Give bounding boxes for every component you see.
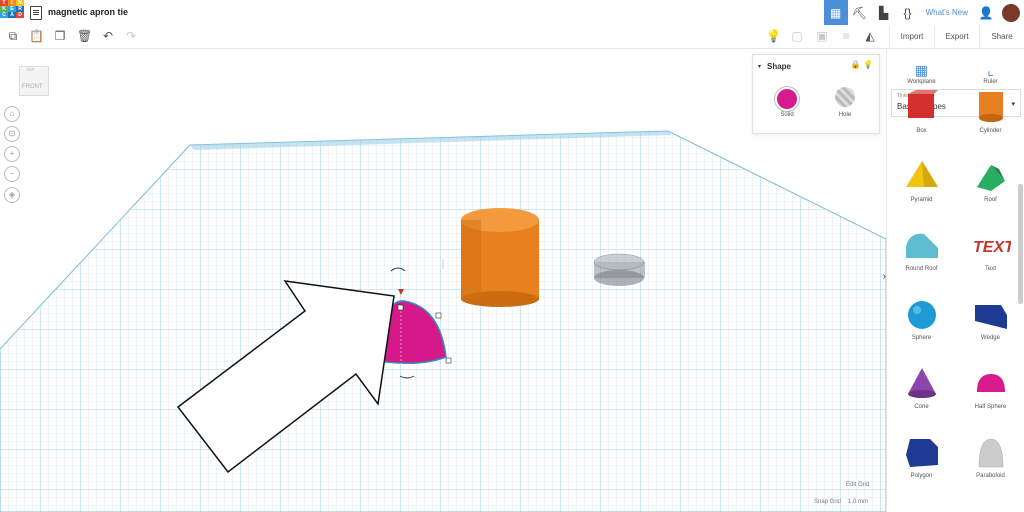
align-icon[interactable]: ≡ [839, 29, 853, 43]
snap-grid-select[interactable]: 1.0 mm [848, 499, 868, 505]
paste-icon[interactable]: 📋 [29, 29, 44, 43]
undo-icon[interactable]: ↶ [101, 29, 115, 43]
ortho-view-icon[interactable]: ◈ [4, 187, 20, 203]
tinkercad-logo[interactable]: TINKERCAD [0, 0, 24, 24]
shape-item[interactable]: Round Roof [887, 215, 956, 284]
shape-label: Round Roof [905, 265, 938, 272]
shape-item[interactable]: TEXT Text [956, 215, 1024, 284]
sidebar-scrollbar[interactable] [1018, 184, 1023, 304]
import-export-tabs: Import Export Share [889, 25, 1024, 48]
shape-item[interactable]: Roof [956, 146, 1024, 215]
solid-label: Solid [780, 112, 794, 118]
cone-icon [907, 367, 936, 398]
top-bar: TINKERCAD magnetic apron tie ▦ ⛏ ▙ {} Wh… [0, 0, 1024, 26]
lock-icon[interactable]: 🔒 [851, 60, 861, 69]
shape-panel-title: Shape [767, 62, 792, 71]
wedge-icon [974, 304, 1007, 329]
orange-cylinder[interactable] [461, 208, 539, 307]
tab-import[interactable]: Import [889, 25, 934, 48]
document-title[interactable]: magnetic apron tie [48, 7, 128, 17]
group-icon[interactable]: ▢ [790, 29, 804, 43]
paraboloid-icon [978, 438, 1003, 467]
delete-icon[interactable]: 🗑 [77, 29, 92, 43]
view-cube-front-label: FRONT [22, 84, 43, 90]
3d-view-grid-icon[interactable]: ▦ [823, 0, 848, 25]
user-add-icon[interactable]: 👤 [974, 0, 998, 25]
shape-label: Wedge [981, 334, 1000, 341]
round-roof-icon [905, 233, 938, 258]
shape-label: Box [916, 127, 927, 134]
shape-item[interactable]: Wedge [956, 284, 1024, 353]
codeblocks-icon[interactable]: {} [896, 0, 920, 25]
shape-label: Text [984, 265, 996, 272]
circuits-icon[interactable]: ▙ [872, 0, 896, 25]
fit-view-icon[interactable]: ⊡ [4, 126, 20, 142]
shapes-grid: Box Cylinder Pyramid Roof Round Roof TEXT Text… [887, 89, 1024, 491]
copy-icon[interactable]: ⧉ [6, 29, 20, 43]
shape-label: Pyramid [910, 196, 933, 203]
mirror-icon[interactable]: ◭ [863, 29, 877, 43]
text-icon: TEXT [973, 239, 1011, 256]
pyramid-icon [905, 160, 938, 187]
hole-swatch[interactable] [835, 87, 855, 107]
edit-toolbar: ⧉ 📋 ❐ 🗑 ↶ ↷ 💡 ▢ ▣ ≡ ◭ [0, 25, 1024, 49]
avatar[interactable] [1002, 3, 1020, 22]
ungroup-icon[interactable]: ▣ [815, 29, 829, 43]
shape-item[interactable]: Cylinder [956, 77, 1024, 146]
tab-export[interactable]: Export [934, 25, 979, 48]
shape-label: Cylinder [979, 127, 1002, 134]
workplane-grid[interactable] [0, 130, 886, 512]
shape-label: Roof [984, 196, 997, 203]
hole-cylinder[interactable] [593, 253, 645, 286]
zoom-out-icon[interactable]: − [4, 166, 20, 182]
box-icon [907, 89, 938, 118]
cylinder-icon [978, 91, 1003, 122]
shape-item[interactable]: Polygon [887, 422, 956, 491]
edit-grid-button[interactable]: Edit Grid [846, 482, 869, 488]
shape-item[interactable]: Sphere [887, 284, 956, 353]
3d-viewport[interactable]: TOP FRONT ⌂ ⊡ + − ◈ Shape ▾ 🔒 💡 Solid Ho… [0, 49, 886, 512]
view-cube[interactable]: TOP FRONT [16, 63, 50, 97]
zoom-in-icon[interactable]: + [4, 146, 20, 162]
duplicate-icon[interactable]: ❐ [53, 29, 67, 43]
light-bulb-icon[interactable]: 💡 [766, 29, 781, 43]
svg-text:TEXT: TEXT [973, 239, 1011, 256]
shape-inspector: Shape ▾ 🔒 💡 Solid Hole [752, 54, 880, 134]
polygon-icon [905, 438, 938, 467]
shape-label: Half Sphere [974, 403, 1007, 410]
solid-color-swatch[interactable] [775, 87, 799, 111]
roof-icon [976, 164, 1005, 191]
collapse-chevron-icon[interactable]: ▾ [758, 63, 761, 70]
whats-new-link[interactable]: What's New [920, 8, 974, 17]
shape-item[interactable]: Half Sphere [956, 353, 1024, 422]
shape-label: Paraboloid [976, 472, 1005, 479]
hole-label: Hole [838, 112, 852, 118]
shape-item[interactable]: Paraboloid [956, 422, 1024, 491]
view-cube-top-label: TOP [26, 67, 35, 72]
shape-label: Cone [914, 403, 929, 410]
logo-letter: D [16, 12, 24, 18]
home-view-icon[interactable]: ⌂ [4, 106, 20, 122]
shape-item[interactable]: Cone [887, 353, 956, 422]
shape-item[interactable]: Box [887, 77, 956, 146]
redo-icon[interactable]: ↷ [124, 29, 138, 43]
logo-letter: A [8, 12, 16, 18]
light-icon[interactable]: 💡 [863, 60, 873, 69]
design-list-icon[interactable] [30, 6, 42, 20]
shape-item[interactable]: Pyramid [887, 146, 956, 215]
half-sphere-icon [976, 373, 1005, 392]
shape-label: Polygon [910, 472, 933, 479]
tab-share[interactable]: Share [979, 25, 1024, 48]
shape-label: Sphere [911, 334, 932, 341]
snap-grid-label: Snap Grid [814, 499, 842, 505]
shapes-sidebar: ▦Workplane ⌞Ruler Tinkercad Basic Shapes… [886, 49, 1024, 512]
sphere-icon [907, 300, 936, 329]
logo-letter: C [0, 12, 8, 18]
pickaxe-icon[interactable]: ⛏ [848, 0, 872, 25]
